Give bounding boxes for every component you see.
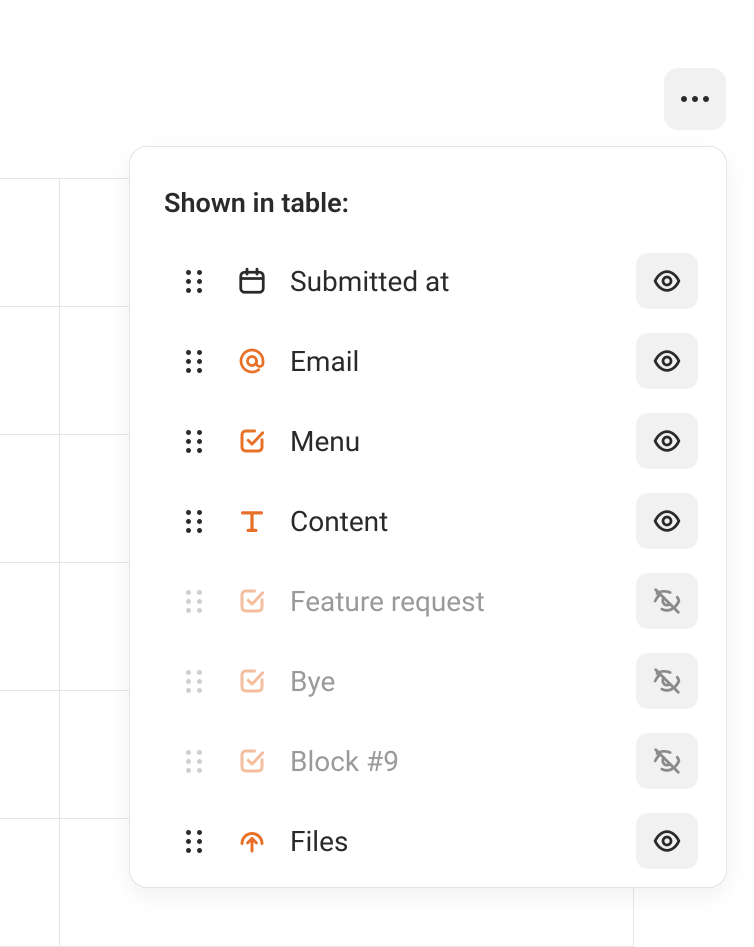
eye-icon xyxy=(652,426,682,456)
eye-off-icon xyxy=(652,586,682,616)
table-cell: n7m xyxy=(0,819,60,947)
checkbox-icon xyxy=(236,746,268,776)
column-label: Bye xyxy=(290,665,636,698)
drag-handle-icon[interactable] xyxy=(182,590,206,613)
at-icon xyxy=(236,346,268,376)
column-item: Block #9 xyxy=(164,721,698,801)
table-cell: j57x xyxy=(0,307,60,435)
column-label: Files xyxy=(290,825,636,858)
column-label: Content xyxy=(290,505,636,538)
text-icon xyxy=(236,506,268,536)
drag-handle-icon[interactable] xyxy=(182,430,206,453)
more-options-button[interactable] xyxy=(664,68,726,130)
column-item: Email xyxy=(164,321,698,401)
column-item: Menu xyxy=(164,401,698,481)
eye-off-icon xyxy=(652,746,682,776)
column-item: Feature request xyxy=(164,561,698,641)
column-item: Submitted at xyxy=(164,241,698,321)
column-label: Block #9 xyxy=(290,745,636,778)
hide-column-button[interactable] xyxy=(636,253,698,309)
drag-handle-icon[interactable] xyxy=(182,270,206,293)
column-label: Feature request xyxy=(290,585,636,618)
table-cell xyxy=(0,179,60,307)
column-label: Menu xyxy=(290,425,636,458)
drag-handle-icon[interactable] xyxy=(182,510,206,533)
drag-handle-icon[interactable] xyxy=(182,830,206,853)
checkbox-icon xyxy=(236,426,268,456)
column-label: Submitted at xyxy=(290,265,636,298)
column-label: Email xyxy=(290,345,636,378)
popover-title: Shown in table: xyxy=(164,187,698,219)
table-cell: qpwg xyxy=(0,435,60,563)
drag-handle-icon[interactable] xyxy=(182,350,206,373)
eye-icon xyxy=(652,346,682,376)
hide-column-button[interactable] xyxy=(636,813,698,869)
calendar-icon xyxy=(236,266,268,296)
hide-column-button[interactable] xyxy=(636,333,698,389)
hide-column-button[interactable] xyxy=(636,413,698,469)
upload-icon xyxy=(236,826,268,856)
eye-icon xyxy=(652,506,682,536)
column-item: Files xyxy=(164,801,698,881)
column-item: Bye xyxy=(164,641,698,721)
checkbox-icon xyxy=(236,666,268,696)
eye-icon xyxy=(652,266,682,296)
eye-icon xyxy=(652,826,682,856)
table-cell: n7m xyxy=(0,691,60,819)
table-cell: sfo xyxy=(0,563,60,691)
show-column-button[interactable] xyxy=(636,733,698,789)
drag-handle-icon[interactable] xyxy=(182,750,206,773)
hide-column-button[interactable] xyxy=(636,493,698,549)
checkbox-icon xyxy=(236,586,268,616)
drag-handle-icon[interactable] xyxy=(182,670,206,693)
show-column-button[interactable] xyxy=(636,653,698,709)
show-column-button[interactable] xyxy=(636,573,698,629)
column-visibility-popover: Shown in table: Submitted at Email Menu Con… xyxy=(129,146,727,888)
eye-off-icon xyxy=(652,666,682,696)
column-item: Content xyxy=(164,481,698,561)
